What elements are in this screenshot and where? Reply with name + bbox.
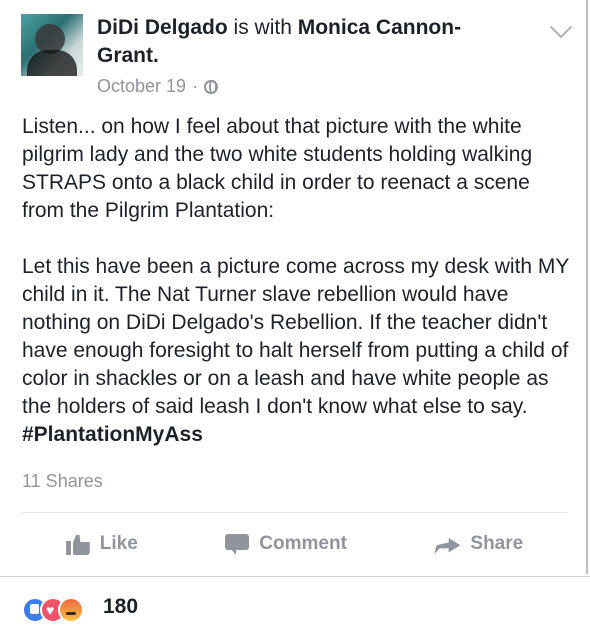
post-header: DiDi Delgado is with Monica Cannon- Grant… [97, 14, 537, 70]
like-button[interactable]: Like [65, 533, 138, 555]
reactions-bar: 180 [0, 576, 590, 637]
angry-reaction-icon [58, 597, 84, 623]
action-bar: Like Comment Share [22, 520, 567, 568]
hashtag-link[interactable]: #PlantationMyAss [22, 423, 203, 446]
reaction-count[interactable]: 180 [103, 595, 138, 619]
with-text: is with [233, 16, 292, 39]
post-paragraph-2: Let this have been a picture come across… [22, 255, 570, 446]
author-name[interactable]: DiDi Delgado [97, 16, 228, 39]
reaction-icons[interactable] [22, 597, 102, 623]
comment-label: Comment [259, 533, 347, 554]
chevron-down-icon[interactable] [549, 15, 573, 39]
comment-button[interactable]: Comment [225, 533, 347, 555]
share-button[interactable]: Share [434, 533, 523, 555]
thumbs-up-icon [65, 533, 90, 555]
comment-icon [225, 534, 250, 555]
meta-separator: · [192, 76, 199, 96]
like-label: Like [99, 533, 138, 554]
post-body: Listen... on how I feel about that pictu… [22, 113, 577, 449]
author-avatar[interactable] [21, 14, 83, 76]
shares-count[interactable]: 11 Shares [22, 471, 103, 492]
post-meta: October 19 · [97, 76, 219, 97]
post-paragraph-1: Listen... on how I feel about that pictu… [22, 115, 533, 222]
globe-icon[interactable] [204, 79, 219, 94]
divider [22, 512, 567, 513]
post-date[interactable]: October 19 [97, 76, 186, 97]
share-arrow-icon [434, 534, 460, 554]
share-label: Share [470, 533, 524, 554]
facebook-post: DiDi Delgado is with Monica Cannon- Grant… [0, 0, 588, 574]
